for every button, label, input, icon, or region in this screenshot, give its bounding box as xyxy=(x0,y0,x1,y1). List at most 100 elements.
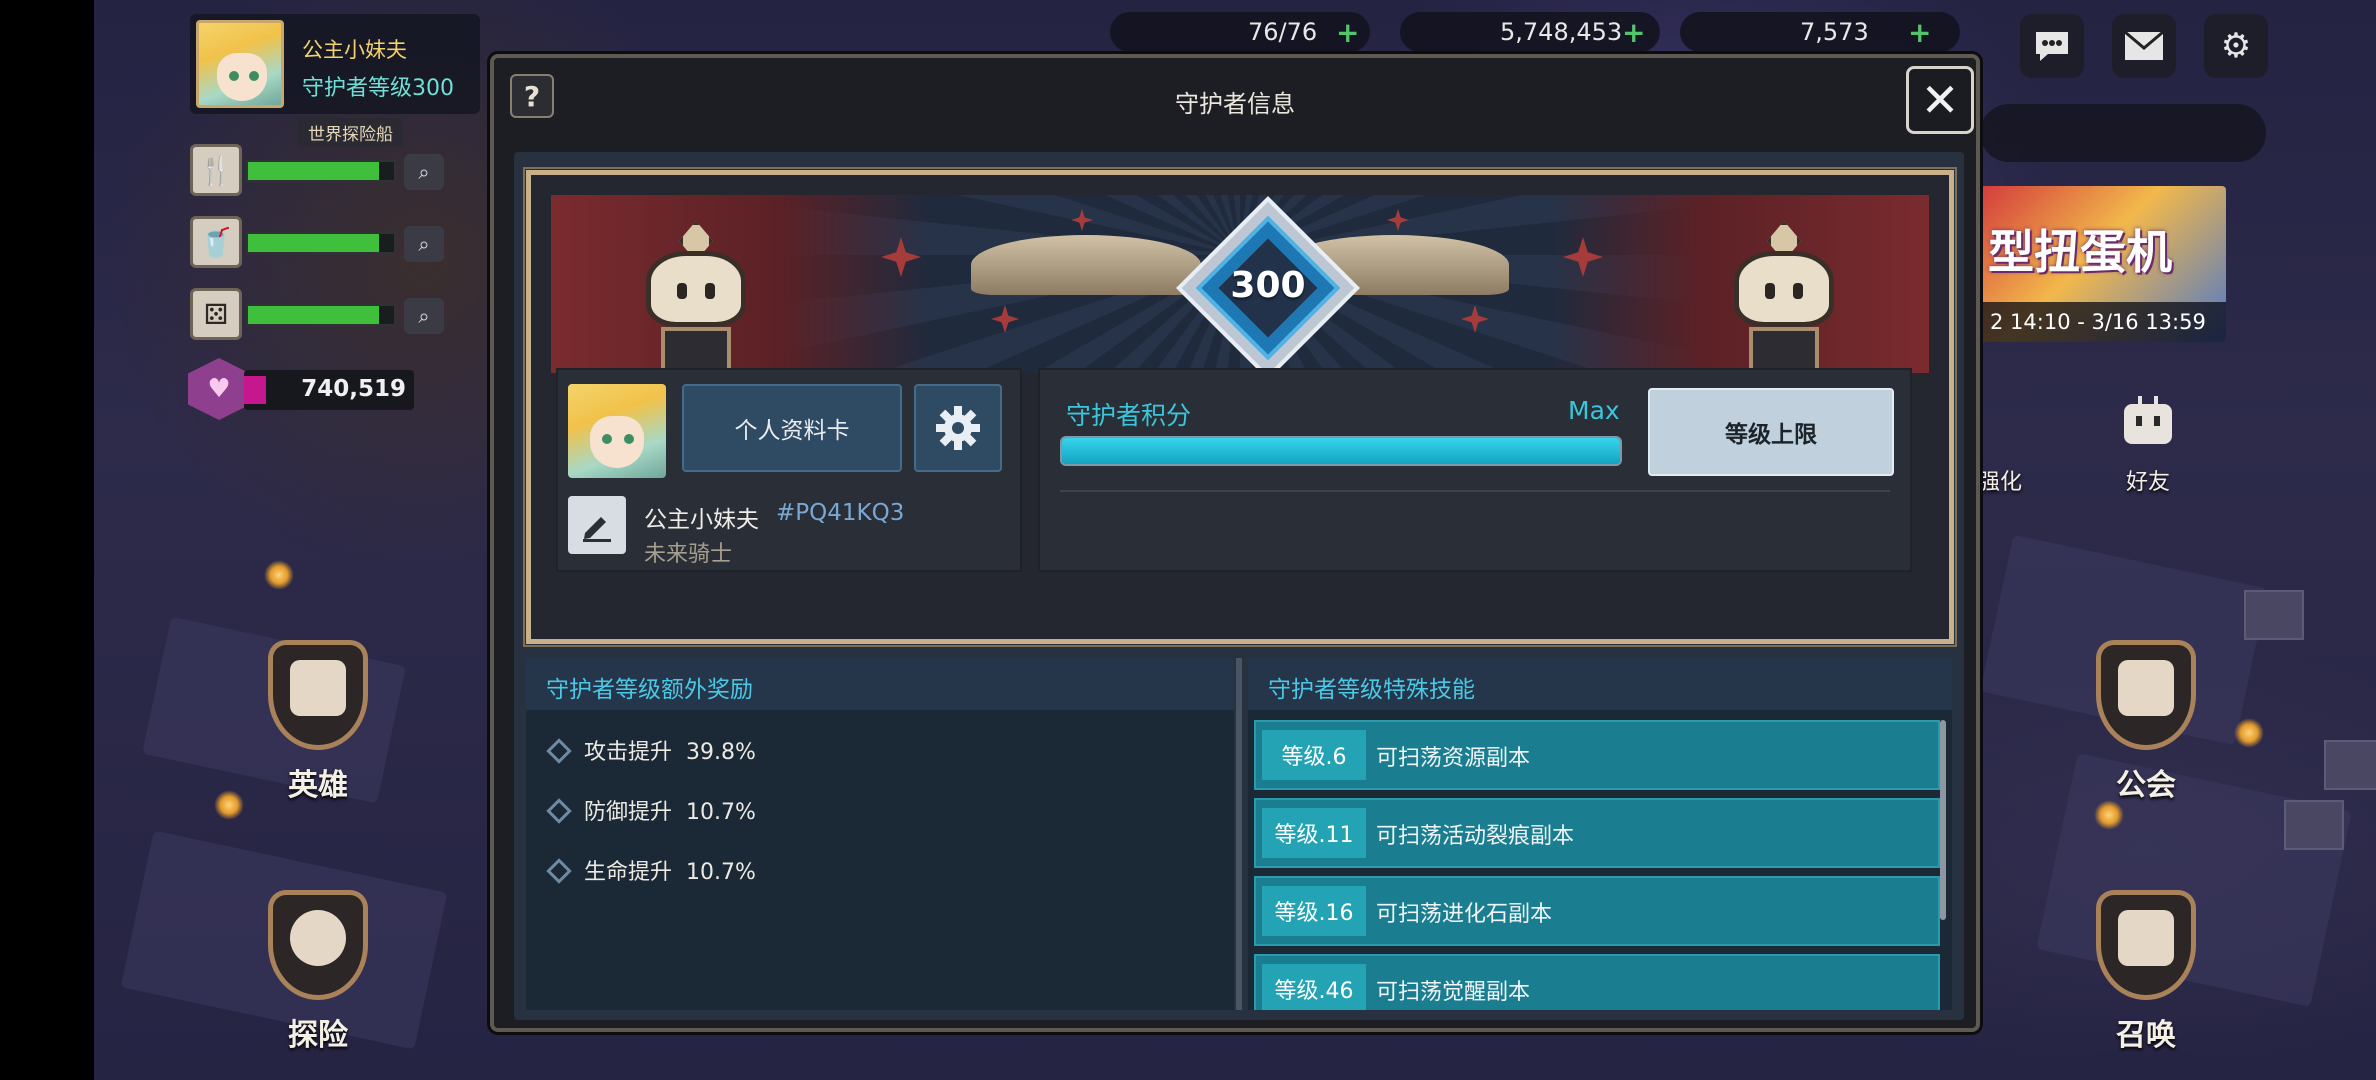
background-crate xyxy=(2324,740,2376,790)
gold-value: 5,748,453 xyxy=(1500,18,1623,46)
chat-icon[interactable] xyxy=(2020,14,2084,78)
explore-label: 探险 xyxy=(288,1018,348,1053)
friend-button[interactable]: 好友 xyxy=(2078,380,2218,496)
star-icon xyxy=(1461,305,1489,333)
extra-reward-panel: 守护者等级额外奖励 攻击提升 39.8% 防御提升 10.7% 生命提升 10.7% xyxy=(526,658,1234,1010)
profile-panel: 个人资料卡 公主小妹夫 #PQ41KQ3 未来骑士 xyxy=(556,368,1022,572)
avatar-face xyxy=(217,53,267,101)
skill-list-scrollbar[interactable] xyxy=(1940,720,1946,920)
mail-icon[interactable] xyxy=(2112,14,2176,78)
dice-stat-bar xyxy=(246,304,396,326)
skill-level-badge: 等级.16 xyxy=(1262,886,1366,936)
avatar-eye xyxy=(229,71,239,81)
guardian-level-emblem: 300 xyxy=(1176,196,1360,373)
guild-label: 公会 xyxy=(2116,768,2176,803)
guild-button[interactable]: 公会 xyxy=(2046,620,2246,804)
explore-badge-icon xyxy=(248,870,388,1010)
reward-item: 攻击提升 39.8% xyxy=(546,734,756,765)
hero-badge-icon xyxy=(248,620,388,760)
diamond-bullet-icon xyxy=(546,858,572,884)
dice-stat-row: ⚄ ⌕ xyxy=(190,288,444,340)
crystal-plus-icon[interactable]: + xyxy=(1908,16,1931,49)
skill-description: 可扫荡进化石副本 xyxy=(1376,902,1553,927)
skill-level-badge: 等级.46 xyxy=(1262,964,1366,1010)
star-icon xyxy=(1387,209,1409,231)
friend-label: 好友 xyxy=(2125,470,2170,495)
reward-name: 防御提升 xyxy=(584,800,673,825)
profile-card-button[interactable]: 个人资料卡 xyxy=(682,384,902,472)
background-lamp xyxy=(2094,800,2124,830)
settings-gear-icon[interactable]: ⚙ xyxy=(2204,14,2268,78)
skill-description: 可扫荡资源副本 xyxy=(1376,746,1531,771)
background-crate xyxy=(2244,590,2304,640)
drink-stat-bar xyxy=(246,232,396,254)
reward-value: 39.8% xyxy=(686,740,756,765)
guardian-level-banner: 300 xyxy=(551,195,1929,373)
skill-description: 可扫荡觉醒副本 xyxy=(1376,980,1531,1005)
event-banner[interactable]: 型扭蛋机 2 14:10 - 3/16 13:59 xyxy=(1980,186,2226,342)
summon-label: 召唤 xyxy=(2116,1018,2176,1053)
right-search-strip xyxy=(1980,104,2266,162)
background-lamp xyxy=(264,560,294,590)
mascot-left-icon xyxy=(631,221,761,373)
mascot-right-icon xyxy=(1719,221,1849,373)
player-avatar[interactable] xyxy=(196,20,284,108)
gem-value: 740,519 xyxy=(301,376,406,402)
search-icon[interactable]: ⌕ xyxy=(404,154,444,190)
extra-reward-header: 守护者等级额外奖励 xyxy=(526,658,1234,710)
skill-level-badge: 等级.6 xyxy=(1262,730,1366,780)
dialog-title: 守护者信息 xyxy=(1175,90,1295,118)
search-icon[interactable]: ⌕ xyxy=(404,298,444,334)
dice-icon: ⚄ xyxy=(190,288,242,340)
hero-button[interactable]: 英雄 xyxy=(218,620,418,804)
summon-badge-icon xyxy=(2076,870,2216,1010)
gem-counter[interactable]: ♥ 740,519 xyxy=(188,358,428,420)
stamina-value: 76/76 xyxy=(1248,18,1318,46)
special-skill-panel[interactable]: 守护者等级特殊技能 等级.6 可扫荡资源副本 等级.11 可扫荡活动裂痕副本 等… xyxy=(1248,658,1952,1010)
guardian-score-label: 守护者积分 xyxy=(1066,401,1192,430)
summon-button[interactable]: 召唤 xyxy=(2046,870,2246,1054)
gem-icon: ♥ xyxy=(188,358,250,420)
guild-badge-icon xyxy=(2076,620,2216,760)
crystal-value: 7,573 xyxy=(1800,18,1869,46)
hero-label: 英雄 xyxy=(288,768,348,803)
diamond-bullet-icon xyxy=(546,798,572,824)
event-banner-title: 型扭蛋机 xyxy=(1988,225,2172,279)
star-icon xyxy=(1071,209,1093,231)
profile-tag: #PQ41KQ3 xyxy=(776,500,905,526)
food-stat-row: 🍴 ⌕ xyxy=(190,144,444,196)
skill-row: 等级.11 可扫荡活动裂痕副本 xyxy=(1254,798,1940,868)
reward-name: 攻击提升 xyxy=(584,740,673,765)
avatar-eye xyxy=(249,71,259,81)
star-icon xyxy=(991,305,1019,333)
reward-item: 防御提升 10.7% xyxy=(546,794,756,825)
player-level: 守护者等级300 xyxy=(302,76,454,101)
profile-avatar[interactable] xyxy=(568,384,666,478)
profile-settings-gear-icon[interactable] xyxy=(914,384,1002,472)
guardian-score-max: Max xyxy=(1568,396,1620,425)
edit-pencil-icon[interactable] xyxy=(568,496,626,554)
level-cap-button[interactable]: 等级上限 xyxy=(1648,388,1894,476)
search-icon[interactable]: ⌕ xyxy=(404,226,444,262)
player-name: 公主小妹夫 xyxy=(302,38,407,62)
food-stat-bar xyxy=(246,160,396,182)
skill-row: 等级.6 可扫荡资源副本 xyxy=(1254,720,1940,790)
explore-button[interactable]: 探险 xyxy=(218,870,418,1054)
player-card[interactable]: 公主小妹夫 守护者等级300 xyxy=(190,14,480,114)
gem-fill xyxy=(244,376,266,404)
skill-row: 等级.46 可扫荡觉醒副本 xyxy=(1254,954,1940,1010)
friend-robot-icon xyxy=(2078,380,2218,464)
reward-value: 10.7% xyxy=(686,800,756,825)
gold-plus-icon[interactable]: + xyxy=(1622,16,1645,49)
stamina-plus-icon[interactable]: + xyxy=(1336,16,1359,49)
background-crate xyxy=(2284,800,2344,850)
reward-item: 生命提升 10.7% xyxy=(546,854,756,885)
wing-left-icon xyxy=(971,235,1201,295)
stamina-box xyxy=(1110,12,1370,52)
gem-bar: 740,519 xyxy=(244,370,414,410)
panel-divider xyxy=(1236,658,1242,1010)
skill-level-badge: 等级.11 xyxy=(1262,808,1366,858)
close-icon[interactable]: ✕ xyxy=(1906,66,1974,134)
divider xyxy=(1060,490,1890,492)
reward-name: 生命提升 xyxy=(584,860,673,885)
